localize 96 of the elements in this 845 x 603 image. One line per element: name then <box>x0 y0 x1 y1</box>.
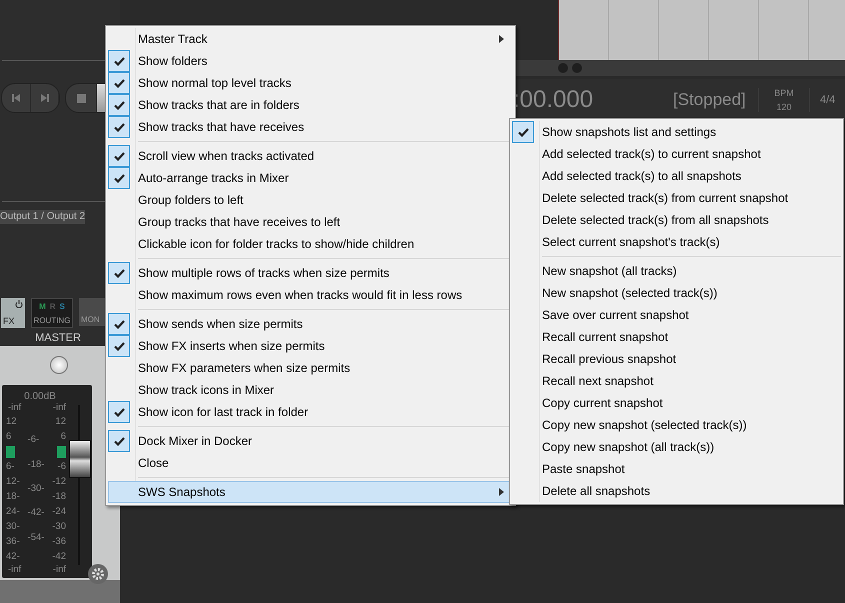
checkmark-icon <box>114 152 124 160</box>
menu-item[interactable]: Show normal top level tracks <box>108 72 513 94</box>
checkmark-icon <box>114 436 124 446</box>
skip-forward-icon <box>40 93 50 103</box>
menu-item[interactable]: Show folders <box>108 50 513 72</box>
menu-item[interactable]: Show icon for last track in folder <box>108 401 513 423</box>
scale-label: 12 <box>55 416 66 428</box>
menu-item[interactable]: Scroll view when tracks activated <box>108 145 513 167</box>
menu-item[interactable]: Add selected track(s) to all snapshots <box>512 165 841 187</box>
menu-item[interactable]: Delete selected track(s) from all snapshots <box>512 209 841 231</box>
menu-item[interactable]: Recall previous snapshot <box>512 348 841 370</box>
menu-item[interactable]: Recall current snapshot <box>512 326 841 348</box>
fader-handle[interactable] <box>69 440 91 478</box>
checkmark-icon <box>114 342 124 350</box>
skip-back-icon <box>11 93 21 103</box>
checkmark-icon <box>114 174 124 182</box>
volume-readout: 0.00dB <box>23 391 57 402</box>
scale-label: -12 <box>52 476 66 488</box>
scale-label: -30- <box>28 482 44 495</box>
menu-item[interactable]: Auto-arrange tracks in Mixer <box>108 167 513 189</box>
scale-label: -42- <box>28 507 44 520</box>
menu-item[interactable]: Copy new snapshot (all track(s)) <box>512 436 841 458</box>
scale-label: 6 <box>6 430 12 442</box>
scale-label: 12- <box>6 476 20 488</box>
scale-label: 6- <box>6 460 16 472</box>
play-status: [Stopped] <box>673 90 747 110</box>
settings-icon[interactable] <box>91 567 105 581</box>
scale-label: -54- <box>28 532 44 544</box>
scale-label: -18 <box>52 490 66 502</box>
menu-item[interactable]: Show track icons in Mixer <box>108 379 513 401</box>
scale-label: 42- <box>6 550 20 562</box>
output-label: Output 1 / Output 2 <box>0 210 85 224</box>
scale-label: 6 <box>60 430 66 442</box>
menu-item[interactable]: Add selected track(s) to current snapshot <box>512 143 841 165</box>
scale-label: 12 <box>6 416 18 428</box>
scale-label: 18- <box>6 490 20 502</box>
menu-item[interactable]: Group tracks that have receives to left <box>108 211 513 233</box>
scale-label: -30 <box>52 520 66 532</box>
bpm-label: BPM <box>774 88 794 98</box>
menu-item[interactable]: Copy current snapshot <box>512 392 841 414</box>
menu-item[interactable]: Show snapshots list and settings <box>512 121 841 143</box>
checkmark-icon <box>114 408 124 416</box>
menu-item[interactable]: New snapshot (selected track(s)) <box>512 282 841 304</box>
scale-label: -36 <box>52 536 66 548</box>
submenu-arrow-icon <box>499 35 504 43</box>
checkmark-icon <box>114 320 124 328</box>
meter-peak <box>57 446 66 458</box>
checkmark-icon <box>114 100 124 110</box>
meter-peak <box>6 446 15 458</box>
pan-knob[interactable] <box>50 356 68 374</box>
menu-item[interactable]: Show FX parameters when size permits <box>108 357 513 379</box>
bpm-value[interactable]: 120 <box>776 102 792 112</box>
fx-button[interactable]: FX <box>1 298 25 328</box>
menu-item[interactable]: Master Track <box>108 28 513 50</box>
menu-item[interactable]: Group folders to left <box>108 189 513 211</box>
peak-readout: -inf <box>52 402 66 414</box>
menu-item[interactable]: Show tracks that are in folders <box>108 94 513 116</box>
checkmark-icon <box>114 56 124 66</box>
checkmark-icon <box>114 268 124 278</box>
checkmark-icon <box>114 122 124 132</box>
menu-item[interactable]: New snapshot (all tracks) <box>512 260 841 282</box>
peak-readout: -inf <box>8 402 22 414</box>
menu-item[interactable]: Dock Mixer in Docker <box>108 430 513 452</box>
scale-label: -6 <box>58 460 66 472</box>
peak-readout: -inf <box>8 564 22 576</box>
scale-label: -6- <box>28 434 40 446</box>
power-icon <box>15 300 23 308</box>
menu-item[interactable]: Copy new snapshot (selected track(s)) <box>512 414 841 436</box>
scale-label: -18- <box>28 458 44 471</box>
peak-readout: -inf <box>52 564 66 576</box>
time-display: :00.000 <box>513 86 594 114</box>
track-name: MASTER <box>34 331 82 346</box>
scroll-thumb[interactable] <box>572 63 582 73</box>
menu-item[interactable]: Recall next snapshot <box>512 370 841 392</box>
menu-item[interactable]: Close <box>108 452 513 474</box>
menu-item[interactable]: Paste snapshot <box>512 458 841 480</box>
stop-icon <box>76 94 86 102</box>
scale-label: 36- <box>6 536 20 548</box>
menu-item[interactable]: Show FX inserts when size permits <box>108 335 513 357</box>
time-signature[interactable]: 4/4 <box>820 94 836 106</box>
menu-item[interactable]: Show tracks that have receives <box>108 116 513 138</box>
menu-item[interactable]: Save over current snapshot <box>512 304 841 326</box>
menu-item[interactable]: Delete selected track(s) from current snapshot <box>512 187 841 209</box>
menu-item[interactable]: Select current snapshot's track(s) <box>512 231 841 253</box>
checkmark-icon <box>114 78 124 88</box>
scale-label: 30- <box>6 520 20 532</box>
scale-label: -24 <box>52 506 66 518</box>
checkmark-icon <box>518 128 528 136</box>
submenu-arrow-icon <box>499 488 504 496</box>
routing-button[interactable]: M R S ROUTING <box>31 298 73 328</box>
scale-label: -42 <box>52 550 66 562</box>
menu-item[interactable]: Show multiple rows of tracks when size permits <box>108 262 513 284</box>
transport-skip-buttons[interactable] <box>1 83 60 113</box>
scale-label: 24- <box>6 506 20 518</box>
menu-item[interactable]: Clickable icon for folder tracks to show/hide children <box>108 233 513 255</box>
menu-item[interactable]: Delete all snapshots <box>512 480 841 502</box>
